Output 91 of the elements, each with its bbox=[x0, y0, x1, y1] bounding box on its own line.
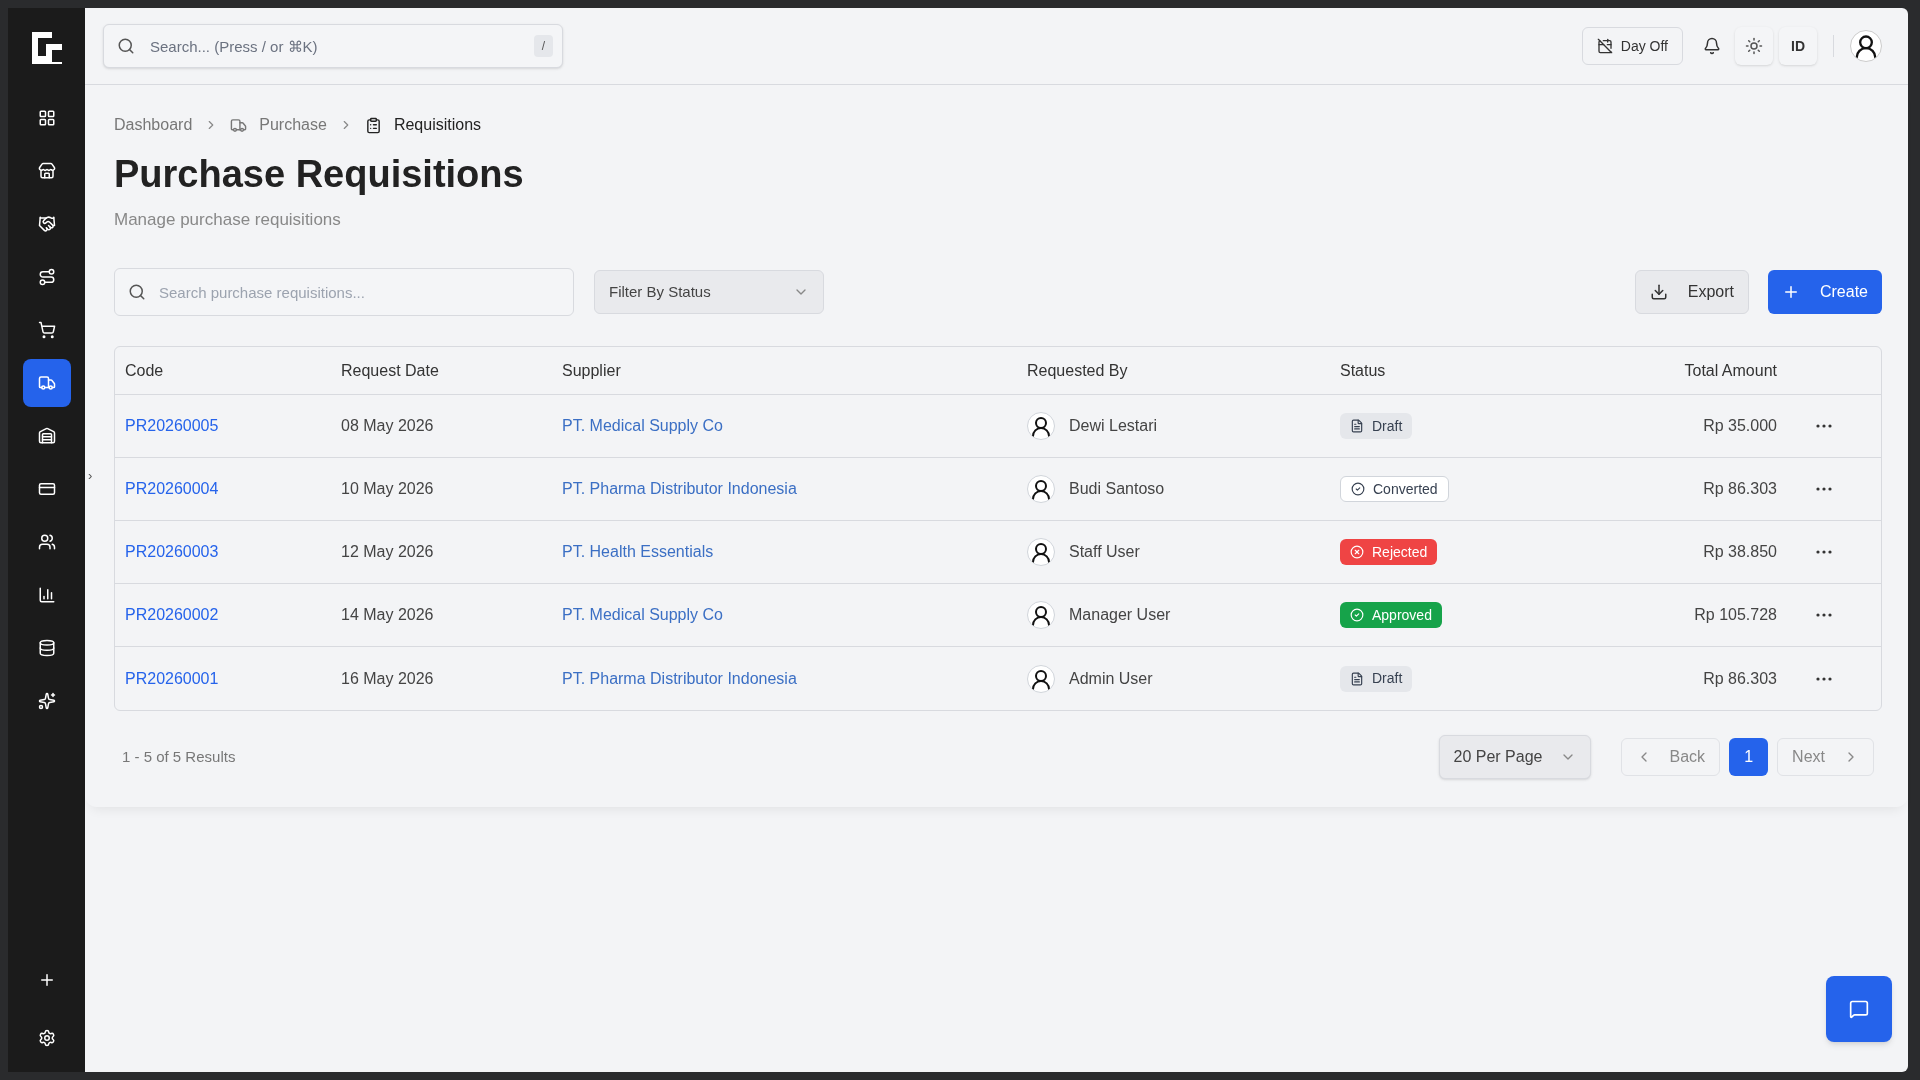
sidebar-expand-button[interactable]: › bbox=[88, 466, 93, 486]
page-title: Purchase Requisitions bbox=[114, 152, 525, 197]
theme-toggle-button[interactable] bbox=[1735, 27, 1773, 65]
table-cell-text: Rp 38.850 bbox=[1702, 542, 1777, 562]
ellipsis-icon bbox=[1816, 424, 1832, 428]
table-cell-text: 08 May 2026 bbox=[341, 416, 435, 436]
table-cell-text: Staff User bbox=[1069, 542, 1140, 562]
cart-icon bbox=[37, 321, 56, 339]
breadcrumb-link[interactable]: Purchase bbox=[259, 113, 327, 137]
grid-icon bbox=[37, 109, 56, 127]
handshake-icon bbox=[37, 215, 56, 233]
status-filter-dropdown[interactable]: Filter By Status bbox=[594, 270, 824, 314]
language-button[interactable]: ID bbox=[1779, 27, 1817, 65]
table-cell-text: Dewi Lestari bbox=[1069, 416, 1158, 436]
document-icon bbox=[1350, 671, 1364, 686]
per-page-dropdown[interactable]: 20 Per Page bbox=[1438, 735, 1591, 779]
truck-icon bbox=[37, 374, 56, 392]
table-cell-text: Admin User bbox=[1069, 668, 1153, 689]
column-header: Requested By bbox=[1027, 360, 1129, 381]
user-avatar[interactable] bbox=[1850, 30, 1882, 62]
check-circle-icon bbox=[1350, 608, 1364, 622]
table-cell-text: Rp 35.000 bbox=[1702, 416, 1777, 436]
day-off-button[interactable]: Day Off bbox=[1581, 27, 1683, 65]
download-icon bbox=[1649, 283, 1668, 301]
breadcrumb-link[interactable]: Dashboard bbox=[114, 113, 193, 137]
search-icon bbox=[128, 283, 146, 301]
back-button[interactable]: Back bbox=[1620, 738, 1721, 776]
shortcut-key: / bbox=[533, 35, 553, 57]
table-cell-text: 16 May 2026 bbox=[341, 668, 435, 689]
supplier-link[interactable]: PT. Medical Supply Co bbox=[562, 603, 723, 627]
code-link[interactable]: PR20260005 bbox=[125, 414, 219, 438]
store-icon bbox=[37, 162, 56, 180]
ellipsis-icon bbox=[1816, 613, 1832, 617]
table-cell-text: 12 May 2026 bbox=[341, 542, 435, 562]
supplier-link[interactable]: PT. Medical Supply Co bbox=[562, 414, 723, 438]
status-badge: Converted bbox=[1340, 476, 1449, 502]
table-cell-text: Manager User bbox=[1069, 605, 1171, 625]
sparkles-icon bbox=[37, 692, 56, 710]
status-badge: Draft bbox=[1340, 665, 1413, 692]
search-icon bbox=[117, 37, 135, 55]
column-header: Request Date bbox=[341, 360, 440, 381]
settings-icon bbox=[37, 1029, 56, 1047]
breadcrumb-link[interactable]: Requisitions bbox=[393, 113, 482, 137]
status-badge: Approved bbox=[1340, 602, 1442, 628]
clipboard-icon bbox=[364, 116, 382, 134]
code-link[interactable]: PR20260003 bbox=[125, 540, 219, 564]
card-icon bbox=[37, 480, 56, 498]
column-header: Status bbox=[1340, 360, 1387, 381]
route-icon bbox=[37, 268, 56, 286]
chat-button[interactable] bbox=[1826, 976, 1892, 1042]
supplier-link[interactable]: PT. Pharma Distributor Indonesia bbox=[562, 666, 797, 691]
calendar-off-icon bbox=[1596, 38, 1613, 54]
code-link[interactable]: PR20260002 bbox=[125, 603, 219, 627]
next-button[interactable]: Next bbox=[1777, 738, 1874, 776]
ellipsis-icon bbox=[1816, 487, 1832, 491]
warehouse-icon bbox=[37, 427, 56, 445]
logo-icon bbox=[29, 30, 64, 64]
export-button[interactable]: Export bbox=[1634, 270, 1749, 314]
table-cell-text: Rp 105.728 bbox=[1693, 605, 1777, 625]
check-circle-icon bbox=[1351, 482, 1365, 496]
ellipsis-icon bbox=[1816, 676, 1832, 681]
bell-icon bbox=[1703, 37, 1721, 55]
status-badge: Rejected bbox=[1340, 539, 1438, 565]
document-icon bbox=[1350, 419, 1364, 433]
supplier-link[interactable]: PT. Pharma Distributor Indonesia bbox=[562, 477, 797, 501]
users-icon bbox=[37, 533, 56, 551]
table-cell-text: 10 May 2026 bbox=[341, 479, 435, 499]
column-header: Code bbox=[125, 360, 165, 381]
search-field[interactable]: Search purchase requisitions... bbox=[114, 268, 574, 316]
table-cell-text: Rp 86.303 bbox=[1702, 479, 1777, 499]
sun-icon bbox=[1745, 37, 1763, 55]
truck-icon bbox=[230, 116, 248, 134]
page-button[interactable]: 1 bbox=[1729, 738, 1769, 776]
create-button[interactable]: Create bbox=[1767, 270, 1882, 314]
code-link[interactable]: PR20260001 bbox=[125, 666, 219, 691]
status-badge: Draft bbox=[1340, 413, 1413, 439]
database-icon bbox=[37, 639, 56, 657]
page-subtitle: Manage purchase requisitions bbox=[114, 208, 342, 231]
x-circle-icon bbox=[1350, 545, 1364, 559]
results-summary: 1 - 5 of 5 Results bbox=[122, 746, 236, 767]
column-header: Supplier bbox=[562, 360, 622, 381]
table-cell-text: Rp 86.303 bbox=[1702, 668, 1777, 689]
chat-icon bbox=[1849, 999, 1869, 1019]
ellipsis-icon bbox=[1816, 550, 1832, 554]
column-header: Total Amount bbox=[1683, 360, 1777, 381]
supplier-link[interactable]: PT. Health Essentials bbox=[562, 540, 714, 564]
table-cell-text: Budi Santoso bbox=[1069, 479, 1165, 499]
sidebar-item[interactable] bbox=[22, 359, 71, 407]
chart-icon bbox=[37, 586, 56, 604]
code-link[interactable]: PR20260004 bbox=[125, 477, 219, 501]
table-cell-text: 14 May 2026 bbox=[341, 605, 435, 625]
